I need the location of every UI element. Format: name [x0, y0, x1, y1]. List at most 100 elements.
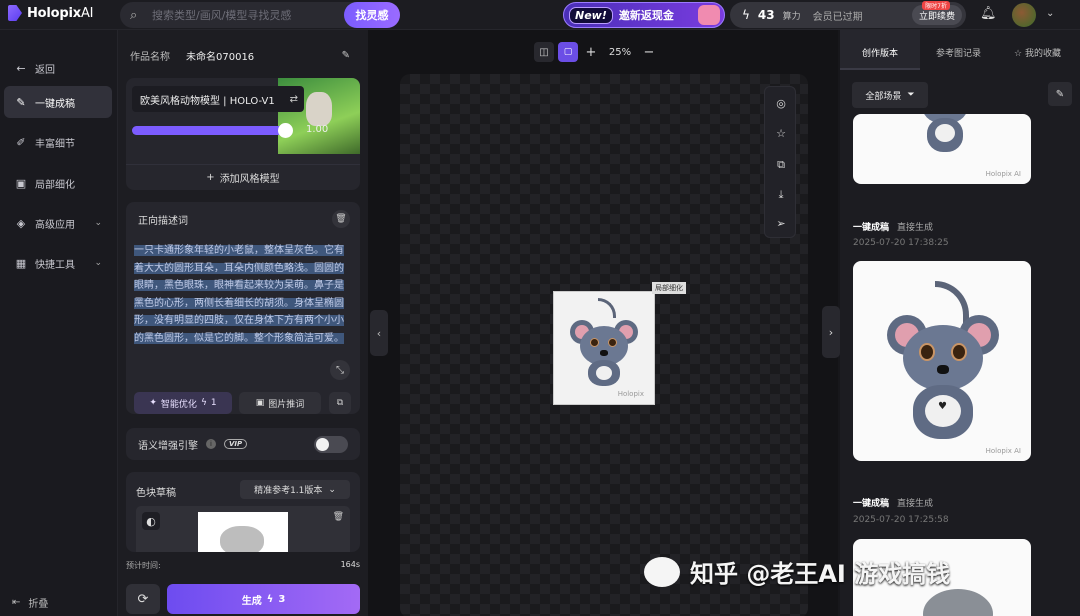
generate-cost: 3 — [278, 593, 286, 605]
generate-button[interactable]: 生成 ϟ 3 — [167, 584, 360, 614]
logo-text: HolopixAI — [27, 5, 94, 21]
card-sub: 直接生成 — [897, 499, 934, 509]
card-watermark: Holopix AI — [985, 447, 1021, 455]
tab-my-favorites[interactable]: ☆ 我的收藏 — [1014, 46, 1061, 68]
logo[interactable]: HolopixAI — [8, 5, 93, 21]
swap-icon[interactable]: ⇄ — [290, 94, 298, 105]
color-sketch-card: 色块草稿 精准参考1.1版本 ⌄ ◐ 🗑︎ — [126, 472, 360, 552]
cat-figure — [923, 589, 993, 616]
fold-icon: ⇤ — [12, 597, 21, 608]
trash-icon[interactable]: 🗑︎ — [332, 210, 350, 228]
smart-optimize-button[interactable]: ✦ 智能优化 ϟ 1 — [134, 392, 232, 414]
invite-promo-banner[interactable]: New! 邀新返现金 — [563, 2, 725, 28]
image-to-prompt-button[interactable]: ▣ 图片推词 — [239, 392, 321, 414]
single-view-icon[interactable]: ▢ — [558, 42, 578, 62]
star-icon: ☆ — [1014, 49, 1025, 59]
download-icon[interactable]: ⤓ — [772, 186, 790, 204]
semantic-toggle[interactable] — [314, 436, 348, 453]
work-name-label: 作品名称 — [130, 52, 170, 63]
split-view-icon[interactable]: ◫ — [534, 42, 554, 62]
card-sub: 直接生成 — [897, 223, 934, 233]
semantic-enhance-row: 语义增强引擎 i VIP — [126, 428, 360, 460]
copy-icon[interactable]: ⧉ — [772, 156, 790, 174]
nav-item-advanced[interactable]: ◈ 高级应用 ⌄ — [4, 207, 112, 239]
slider-handle[interactable] — [278, 123, 293, 138]
expand-icon[interactable]: ⤡ — [330, 360, 350, 380]
work-name-row: 作品名称 未命名070016 ✎ — [130, 48, 360, 63]
search-input[interactable] — [152, 8, 332, 22]
tab-reference-history[interactable]: 参考图记录 — [936, 46, 981, 68]
zoom-out-icon[interactable]: − — [640, 45, 658, 60]
credit-count: 43 — [757, 8, 775, 22]
bell-icon[interactable]: 🔔︎ — [980, 6, 997, 21]
pencil-icon[interactable]: ✎ — [1048, 82, 1072, 106]
nav-item-local-refine[interactable]: ▣ 局部细化 — [4, 167, 112, 199]
tab-label: 我的收藏 — [1024, 49, 1061, 59]
send-icon[interactable]: ➢ — [772, 215, 790, 233]
fold-button[interactable]: ⇤ 折叠 — [12, 595, 48, 610]
card-date: 2025-07-20 17:38:25 — [853, 238, 949, 248]
membership-status: 会员已过期 — [812, 11, 863, 23]
nav-label: 快捷工具 — [35, 259, 75, 271]
positive-prompt-card: 正向描述词 🗑︎ 一只卡通形象年轻的小老鼠，整体呈灰色。它有着大大的圆形耳朵，耳… — [126, 202, 360, 414]
renew-button[interactable]: 限时7折 立即续费 — [911, 1, 962, 25]
pencil-icon[interactable]: ✎ — [342, 50, 350, 61]
trash-icon[interactable]: 🗑︎ — [333, 512, 344, 522]
find-inspiration-button[interactable]: 找灵感 — [344, 2, 400, 28]
model-selector[interactable]: 欧美风格动物模型 | HOLO-V1 ⇄ — [132, 86, 304, 112]
contrast-icon[interactable]: ◐ — [142, 512, 160, 530]
history-card-image[interactable]: ♥ Holopix AI — [853, 261, 1031, 461]
model-name: 欧美风格动物模型 | HOLO-V1 — [140, 95, 275, 107]
cat-figure — [306, 92, 332, 126]
canvas-artwork[interactable]: Holopix — [553, 291, 655, 405]
target-icon[interactable]: ◎ — [772, 95, 790, 113]
sketch-preview[interactable]: ◐ 🗑︎ — [136, 506, 350, 552]
collapse-left-button[interactable]: ‹ — [370, 310, 388, 356]
mouse-figure — [915, 114, 975, 170]
history-card-meta: 一键成稿 直接生成 — [853, 496, 933, 509]
prompt-textarea[interactable]: 一只卡通形象年轻的小老鼠，整体呈灰色。它有着大大的圆形耳朵，耳朵内侧颜色略浅。圆… — [134, 242, 352, 348]
info-icon[interactable]: i — [206, 439, 216, 449]
chevron-down-icon: ⌄ — [328, 484, 336, 495]
card-watermark: Holopix AI — [985, 170, 1021, 178]
credit-bar: ϟ 43 算力 会员已过期 限时7折 立即续费 — [730, 1, 966, 28]
avatar[interactable] — [1012, 3, 1036, 27]
wechat-icon — [644, 556, 680, 587]
magic-icon: ✎ — [16, 95, 26, 109]
overlay-watermark: 知乎 @老王AI 游戏搞钱 — [644, 554, 950, 589]
sketch-version-select[interactable]: 精准参考1.1版本 ⌄ — [240, 480, 350, 499]
style-model-card: 欧美风格动物模型 | HOLO-V1 ⇄ 1.00 + 添加风格模型 — [126, 78, 360, 190]
zoom-toolbar: ◫ ▢ + 25% − — [534, 40, 670, 64]
refresh-icon[interactable]: ⟳ — [126, 584, 160, 614]
eta-label: 预计时间: — [126, 561, 161, 570]
zoom-in-icon[interactable]: + — [582, 45, 600, 60]
star-icon[interactable]: ☆ — [772, 125, 790, 143]
nav-item-quick-tools[interactable]: ▦ 快捷工具 ⌄ — [4, 247, 112, 279]
chevron-down-icon: ⌄ — [94, 258, 102, 268]
optimize-label: 智能优化 — [160, 399, 197, 410]
canvas-area: ‹ ◫ ▢ + 25% − ◎ ☆ ⧉ ⤓ ➢ Holopix 局部细化 — [368, 30, 838, 616]
local-refine-tag: 局部细化 — [652, 282, 686, 294]
chevron-right-icon: › — [828, 325, 834, 339]
eta-value: 164s — [340, 560, 360, 569]
image-edit-icon[interactable]: ⧉ — [329, 392, 351, 414]
sketch-blob — [220, 526, 264, 552]
tab-underline — [840, 68, 920, 70]
card-title: 一键成稿 — [853, 223, 890, 233]
gift-icon — [698, 5, 720, 25]
back-button[interactable]: ← 返回 — [4, 52, 112, 84]
zoom-level: 25% — [608, 46, 632, 58]
strength-slider[interactable] — [132, 123, 293, 138]
nav-label: 丰富细节 — [35, 138, 75, 150]
nav-item-enrich-detail[interactable]: ✐ 丰富细节 — [4, 126, 112, 158]
collapse-right-button[interactable]: › — [822, 306, 840, 358]
nav-label: 局部细化 — [35, 179, 75, 191]
tab-creation-versions[interactable]: 创作版本 — [862, 46, 898, 68]
nav-item-one-click[interactable]: ✎ 一键成稿 — [4, 86, 112, 118]
add-style-model-button[interactable]: + 添加风格模型 — [126, 164, 360, 190]
renew-label: 立即续费 — [918, 11, 955, 22]
chevron-down-icon[interactable]: ⌄ — [1046, 8, 1054, 19]
history-card-image[interactable]: Holopix AI — [853, 114, 1031, 184]
scene-filter-button[interactable]: 全部场景 ⏷ — [852, 82, 928, 108]
image-edit-icon: ▣ — [15, 176, 27, 190]
